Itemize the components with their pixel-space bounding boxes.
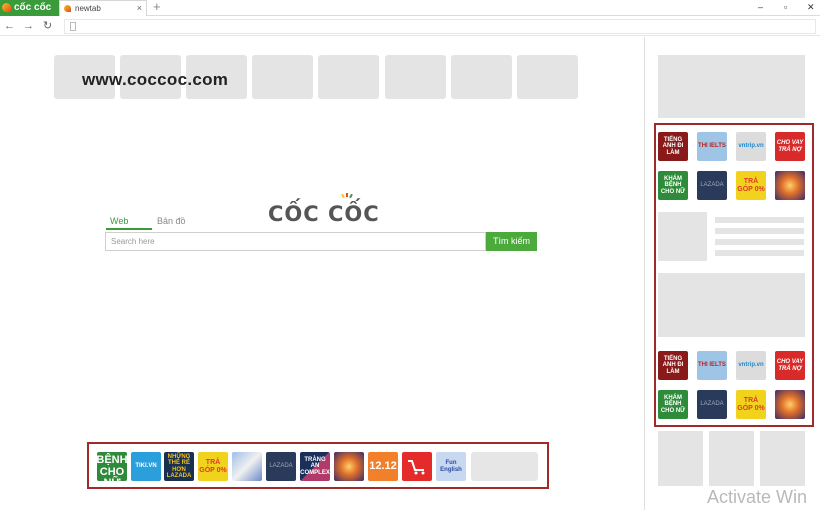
tab-web[interactable]: Web [110, 216, 128, 226]
sidebar-divider [644, 37, 645, 510]
tab-bar: cốc cốc newtab × + – ▫ ✕ [0, 0, 820, 16]
ad-chovay-icon[interactable]: CHO VAY TRẢ NỢ [775, 132, 805, 161]
ad-game-icon[interactable] [775, 171, 805, 200]
coccoc-logo-icon [2, 3, 11, 12]
maximize-button[interactable]: ▫ [784, 0, 787, 14]
ad-funenglish-icon[interactable]: Fun English [436, 452, 466, 481]
ad-vntrip-icon[interactable]: vntrip.vn [736, 351, 766, 380]
ad-ielts-icon[interactable]: THI IELTS [697, 351, 727, 380]
ad-trangan-icon[interactable]: TRÀNG AN COMPLEX [300, 452, 330, 481]
ad-khambenh-icon[interactable]: KHÁM BỆNH CHO NỮ [658, 171, 688, 200]
ad-tragop-icon[interactable]: TRẢ GÓP 0% [736, 171, 766, 200]
ad-chovay-icon[interactable]: CHO VAY TRẢ NỢ [775, 351, 805, 380]
search-input[interactable]: Search here [105, 232, 486, 251]
activate-windows-watermark: Activate Win [707, 487, 808, 507]
forward-arrow-icon[interactable]: → [23, 18, 34, 34]
ad-english-icon[interactable]: TIẾNG ANH ĐI LÀM [658, 351, 688, 380]
tab-title: newtab [75, 4, 101, 13]
sidebar-tile-placeholder [760, 431, 805, 486]
sidebar-text-placeholder [715, 239, 804, 245]
coccoc-wordmark: CỐC CỐC [268, 193, 380, 226]
coccoc-favicon-icon [64, 5, 71, 12]
ad-vntrip-icon[interactable]: vntrip.vn [736, 132, 766, 161]
toolbar: ← → ↻ [0, 17, 820, 36]
wordmark-text: CỐC CỐC [268, 202, 380, 226]
shopping-cart-icon [408, 459, 425, 474]
ad-lazada-icon[interactable]: LAZADA [266, 452, 296, 481]
speed-dial-tile[interactable] [385, 55, 446, 99]
sidebar-thumb-placeholder [658, 212, 707, 261]
tab-close-icon[interactable]: × [137, 1, 142, 16]
ad-ielts-icon[interactable]: THI IELTS [697, 132, 727, 161]
new-tab-button[interactable]: + [153, 0, 161, 14]
sidebar-tile-placeholder [709, 431, 754, 486]
tab-map[interactable]: Bản đồ [157, 216, 186, 226]
coccoc-brand-button[interactable]: cốc cốc [0, 0, 59, 16]
ad-tiki-icon[interactable]: TIKI.VN [131, 452, 161, 481]
tab-newtab[interactable]: newtab × [59, 0, 147, 16]
active-tab-underline [106, 228, 152, 230]
ad-nhungthe-icon[interactable]: NHỮNG THẺ RẺ HƠN LAZADA [164, 452, 194, 481]
ad-game-icon[interactable] [775, 390, 805, 419]
logo-ray-icon [346, 193, 348, 197]
ad-lazada-icon[interactable]: LAZADA [697, 390, 727, 419]
sidebar-text-placeholder [715, 217, 804, 223]
ad-khambenh-icon[interactable]: KHÁM BỆNH CHO NỮ [658, 390, 688, 419]
ad-sale1212-icon[interactable]: 12.12 [368, 452, 398, 481]
speed-dial-tile[interactable] [318, 55, 379, 99]
sidebar-text-placeholder [715, 250, 804, 256]
logo-ray-icon [349, 193, 353, 199]
ad-lazada-icon[interactable]: LAZADA [697, 171, 727, 200]
ad-khambenh-icon[interactable]: KHÁM BỆNH CHO NỮ [97, 452, 127, 481]
sidebar-tile-placeholder [658, 431, 703, 486]
close-window-button[interactable]: ✕ [807, 0, 815, 14]
ad-placeholder [471, 452, 538, 481]
sidebar-banner-placeholder [658, 273, 805, 337]
logo-ray-icon [341, 193, 345, 199]
ad-anime-icon[interactable] [232, 452, 262, 481]
sidebar-text-placeholder [715, 228, 804, 234]
page-icon [70, 22, 76, 31]
reload-icon[interactable]: ↻ [43, 18, 52, 34]
ad-english-icon[interactable]: TIẾNG ANH ĐI LÀM [658, 132, 688, 161]
speed-dial-tile[interactable] [252, 55, 313, 99]
search-button[interactable]: Tìm kiếm [486, 232, 537, 251]
site-url-text: www.coccoc.com [82, 70, 229, 89]
ad-tragop-icon[interactable]: TRẢ GÓP 0% [198, 452, 228, 481]
speed-dial-tile[interactable] [451, 55, 512, 99]
ad-game-icon[interactable] [334, 452, 364, 481]
ad-tragop-icon[interactable]: TRẢ GÓP 0% [736, 390, 766, 419]
speed-dial-tile[interactable] [517, 55, 578, 99]
brand-label: cốc cốc [14, 2, 52, 13]
ad-red-shop-icon[interactable] [402, 452, 432, 481]
address-bar[interactable] [64, 19, 816, 34]
browser-window: cốc cốc newtab × + – ▫ ✕ ← → ↻ www.cocco… [0, 0, 820, 510]
minimize-button[interactable]: – [758, 0, 763, 14]
back-arrow-icon[interactable]: ← [4, 18, 15, 34]
sidebar-banner-placeholder [658, 55, 805, 118]
